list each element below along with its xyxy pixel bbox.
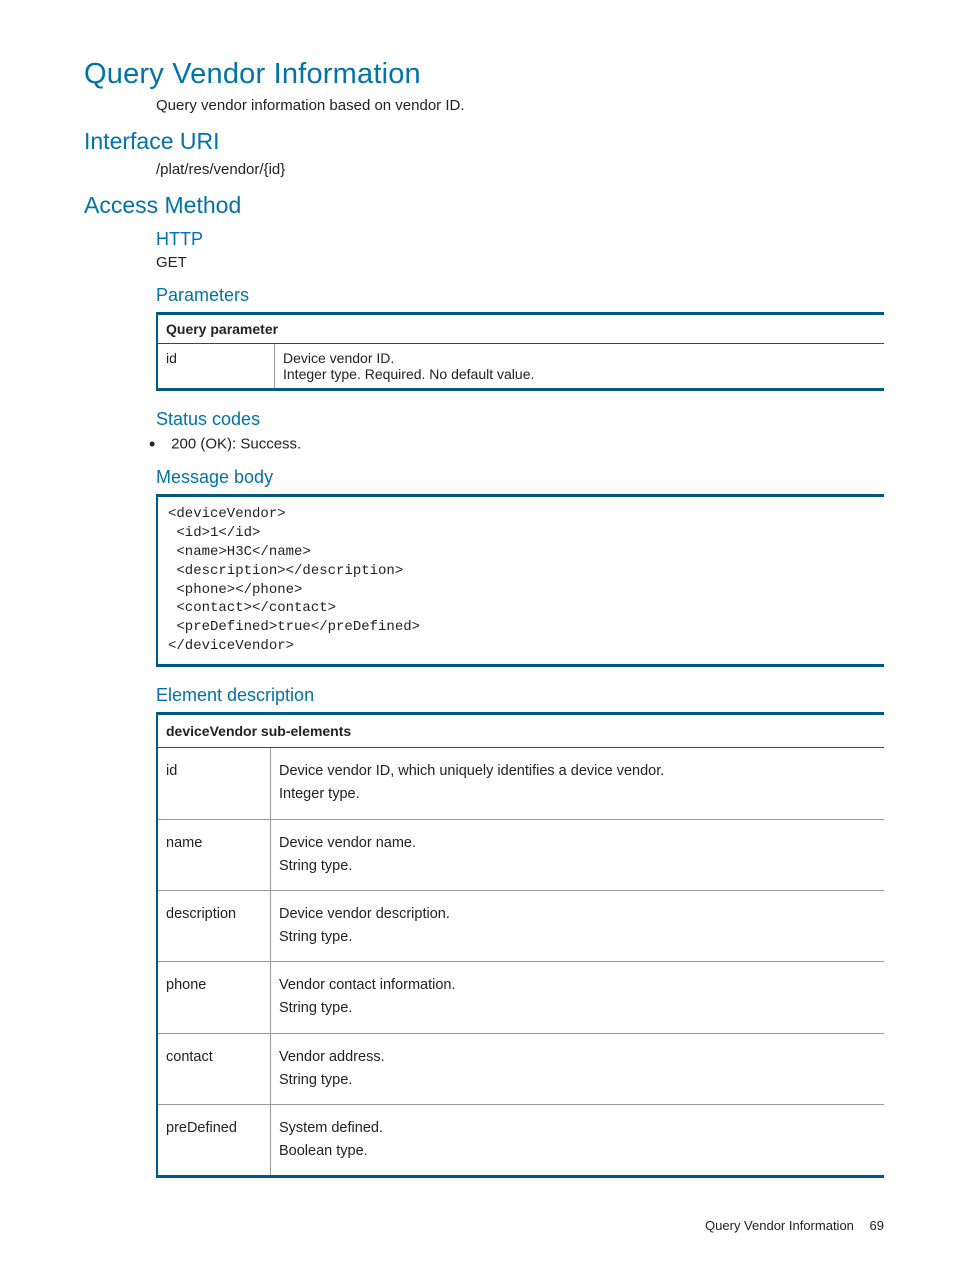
footer-title: Query Vendor Information [705,1218,854,1233]
elem-desc-line: Boolean type. [279,1143,368,1159]
elem-name: phone [157,962,271,1033]
http-heading: HTTP [156,229,884,250]
interface-uri-value: /plat/res/vendor/{id} [156,161,884,178]
access-method-heading: Access Method [84,192,884,219]
param-desc-line2: Integer type. Required. No default value… [283,366,534,382]
elem-row: name Device vendor name. String type. [157,819,884,890]
elem-desc-line: Device vendor description. [279,906,450,922]
elem-desc-line: String type. [279,1072,352,1088]
elem-row: description Device vendor description. S… [157,890,884,961]
param-table-header: Query parameter [157,314,884,344]
elem-desc-line: Integer type. [279,786,360,802]
elem-desc: System defined. Boolean type. [271,1105,885,1177]
elem-desc: Device vendor name. String type. [271,819,885,890]
elem-name: contact [157,1033,271,1104]
elem-table-header: deviceVendor sub-elements [157,714,884,748]
elem-desc: Device vendor description. String type. [271,890,885,961]
elem-desc-line: Device vendor ID, which uniquely identif… [279,763,664,779]
param-desc: Device vendor ID. Integer type. Required… [275,344,885,390]
elem-row: contact Vendor address. String type. [157,1033,884,1104]
elem-row: phone Vendor contact information. String… [157,962,884,1033]
http-method: GET [156,254,884,271]
parameters-heading: Parameters [156,285,884,306]
page-title: Query Vendor Information [84,58,884,91]
elem-desc: Vendor contact information. String type. [271,962,885,1033]
element-description-heading: Element description [156,685,884,706]
elem-name: id [157,748,271,819]
param-row: id Device vendor ID. Integer type. Requi… [157,344,884,390]
elem-desc-line: System defined. [279,1120,383,1136]
status-code-item: • 200 (OK): Success. [174,434,884,455]
message-body-heading: Message body [156,467,884,488]
elem-desc-line: String type. [279,929,352,945]
elem-row: preDefined System defined. Boolean type. [157,1105,884,1177]
elem-row: id Device vendor ID, which uniquely iden… [157,748,884,819]
param-name: id [157,344,275,390]
elem-desc-line: Vendor address. [279,1049,385,1065]
elem-name: name [157,819,271,890]
elements-table: deviceVendor sub-elements id Device vend… [156,712,884,1178]
status-codes-heading: Status codes [156,409,884,430]
page-number: 69 [870,1218,884,1233]
interface-uri-heading: Interface URI [84,128,884,155]
elem-name: preDefined [157,1105,271,1177]
parameters-table: Query parameter id Device vendor ID. Int… [156,312,884,391]
status-code-text: 200 (OK): Success. [171,435,301,452]
elem-name: description [157,890,271,961]
message-body-code: <deviceVendor> <id>1</id> <name>H3C</nam… [156,494,884,667]
elem-desc-line: Vendor contact information. [279,977,456,993]
bullet-icon: • [149,434,167,455]
page-footer: Query Vendor Information 69 [84,1218,884,1233]
intro-text: Query vendor information based on vendor… [156,97,884,114]
elem-desc: Device vendor ID, which uniquely identif… [271,748,885,819]
elem-desc-line: Device vendor name. [279,835,416,851]
param-desc-line1: Device vendor ID. [283,350,394,366]
elem-desc: Vendor address. String type. [271,1033,885,1104]
elem-desc-line: String type. [279,1000,352,1016]
elem-desc-line: String type. [279,858,352,874]
